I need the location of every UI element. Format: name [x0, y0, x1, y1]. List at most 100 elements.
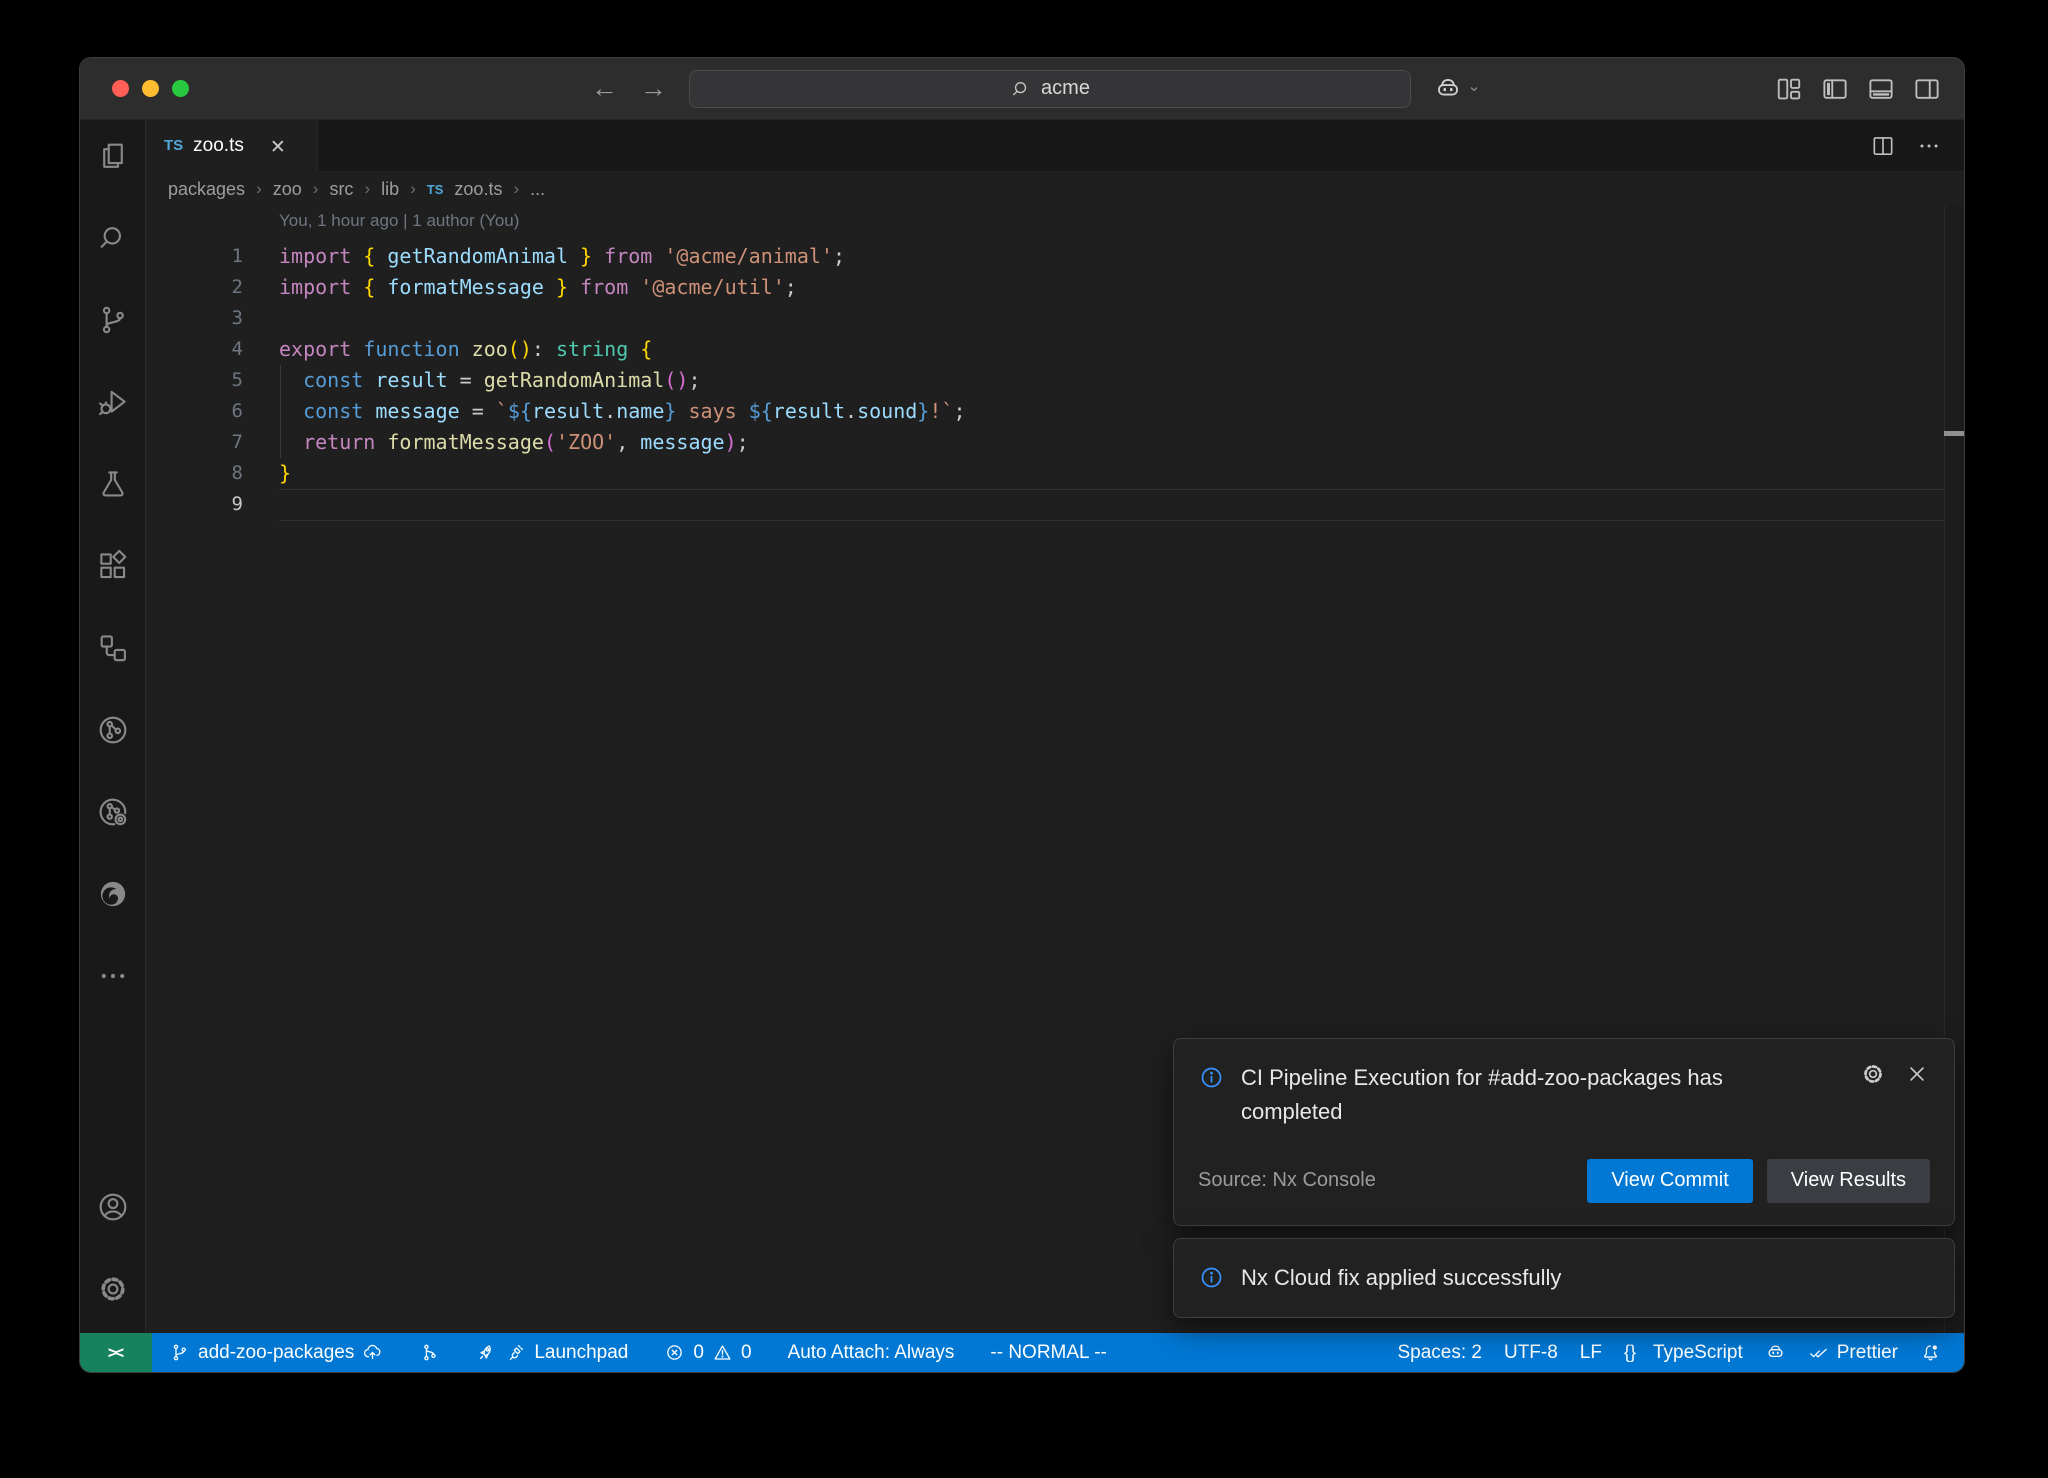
toggle-panel-right-button[interactable]	[1912, 74, 1942, 104]
line-number: 6	[146, 396, 279, 427]
typescript-file-icon: TS	[164, 137, 183, 154]
breadcrumb-separator: ›	[364, 179, 370, 199]
breadcrumb-separator: ›	[513, 179, 519, 199]
error-icon	[664, 1342, 685, 1363]
command-center-search[interactable]: acme	[689, 70, 1411, 108]
code-line-4[interactable]: 4export function zoo(): string {	[146, 334, 1964, 365]
status-auto-attach-label: Auto Attach: Always	[788, 1342, 955, 1364]
code-line-content: import { getRandomAnimal } from '@acme/a…	[279, 241, 845, 272]
status-indentation[interactable]: Spaces: 2	[1386, 1333, 1493, 1372]
activity-bar	[80, 120, 146, 1333]
bell-dot-icon	[1920, 1342, 1941, 1363]
line-number: 8	[146, 458, 279, 489]
chevron-down-icon	[1465, 80, 1483, 98]
status-formatter[interactable]: Prettier	[1797, 1333, 1909, 1372]
code-line-7[interactable]: 7 return formatMessage('ZOO', message);	[146, 427, 1964, 458]
line-number: 2	[146, 272, 279, 303]
notification-toast: Nx Cloud fix applied successfully	[1173, 1238, 1955, 1318]
tab-zoo-ts[interactable]: TS zoo.ts ✕	[146, 120, 318, 171]
activity-item-settings[interactable]	[96, 1272, 130, 1306]
status-auto-attach[interactable]: Auto Attach: Always	[777, 1333, 966, 1372]
git-branch-icon	[169, 1342, 190, 1363]
code-line-5[interactable]: 5 const result = getRandomAnimal();	[146, 365, 1964, 396]
layout-controls	[1774, 74, 1964, 104]
activity-item-run-and-debug[interactable]	[96, 385, 130, 419]
code-line-9[interactable]: 9	[146, 489, 1964, 520]
activity-item-nx-cloud[interactable]	[96, 795, 130, 829]
minimize-window-button[interactable]	[142, 80, 159, 97]
edge-tools-icon	[96, 877, 130, 911]
navigate-back-button[interactable]: ←	[591, 75, 618, 102]
breadcrumb-file[interactable]: zoo.ts	[454, 179, 502, 200]
source-control-graph-icon	[419, 1342, 440, 1363]
double-check-icon	[1808, 1342, 1829, 1363]
zoom-window-button[interactable]	[172, 80, 189, 97]
close-tab-icon[interactable]: ✕	[270, 136, 290, 156]
code-line-content: return formatMessage('ZOO', message);	[279, 427, 749, 458]
status-problems[interactable]: 00	[653, 1333, 762, 1372]
code-line-2[interactable]: 2import { formatMessage } from '@acme/ut…	[146, 272, 1964, 303]
activity-item-extensions[interactable]	[96, 549, 130, 583]
status-copilot[interactable]	[1754, 1333, 1797, 1372]
settings-icon	[96, 1272, 130, 1306]
status-encoding-label: UTF-8	[1504, 1342, 1558, 1364]
activity-item-project-structure[interactable]	[96, 631, 130, 665]
breadcrumb-segment[interactable]: src	[329, 179, 353, 200]
toggle-panel-left-icon	[1820, 74, 1850, 104]
breadcrumb-segment[interactable]: packages	[168, 179, 245, 200]
current-line-highlight	[279, 520, 1964, 521]
status-eol[interactable]: LF	[1569, 1333, 1613, 1372]
activity-item-nx-console[interactable]	[96, 713, 130, 747]
warning-icon	[712, 1342, 733, 1363]
customize-layout-button[interactable]	[1774, 74, 1804, 104]
activity-item-additional-views[interactable]	[96, 959, 130, 993]
status-language[interactable]: {}TypeScript	[1613, 1333, 1754, 1372]
status-vim-mode-label: -- NORMAL --	[990, 1342, 1106, 1364]
notification-settings-button[interactable]	[1860, 1061, 1886, 1087]
activity-item-search[interactable]	[96, 221, 130, 255]
nx-console-icon	[96, 713, 130, 747]
activity-item-edge-tools[interactable]	[96, 877, 130, 911]
testing-icon	[96, 467, 130, 501]
activity-item-source-control[interactable]	[96, 303, 130, 337]
status-problems-label: 0	[693, 1342, 704, 1364]
copilot-menu-button[interactable]	[1433, 74, 1483, 104]
status-vim-mode[interactable]: -- NORMAL --	[979, 1333, 1117, 1372]
search-icon	[1010, 78, 1032, 100]
notification-toast: CI Pipeline Execution for #add-zoo-packa…	[1173, 1038, 1955, 1226]
activity-item-explorer[interactable]	[96, 139, 130, 173]
line-number: 7	[146, 427, 279, 458]
code-line-8[interactable]: 8}	[146, 458, 1964, 489]
activity-item-accounts[interactable]	[96, 1190, 130, 1224]
notification-source: Source: Nx Console	[1198, 1169, 1376, 1192]
code-line-1[interactable]: 1import { getRandomAnimal } from '@acme/…	[146, 241, 1964, 272]
code-line-3[interactable]: 3	[146, 303, 1964, 334]
toggle-panel-left-button[interactable]	[1820, 74, 1850, 104]
status-source-control-graph[interactable]	[408, 1333, 451, 1372]
activity-item-testing[interactable]	[96, 467, 130, 501]
remote-indicator[interactable]: ><	[80, 1333, 152, 1372]
status-launchpad[interactable]: Launchpad	[465, 1333, 639, 1372]
line-number: 9	[146, 489, 279, 520]
notification-close-button[interactable]	[1904, 1061, 1930, 1087]
toggle-panel-bottom-button[interactable]	[1866, 74, 1896, 104]
status-encoding[interactable]: UTF-8	[1493, 1333, 1569, 1372]
status-bar: >< add-zoo-packages Launchpad 00 Auto Attac…	[80, 1333, 1964, 1372]
breadcrumb-suffix[interactable]: ...	[530, 179, 545, 200]
status-notifications-bell[interactable]	[1909, 1333, 1952, 1372]
view-commit-button[interactable]: View Commit	[1587, 1159, 1752, 1203]
navigate-forward-button[interactable]: →	[640, 75, 667, 102]
code-line-6[interactable]: 6 const message = `${result.name} says $…	[146, 396, 1964, 427]
additional-views-icon	[96, 959, 130, 993]
code-line-content: import { formatMessage } from '@acme/uti…	[279, 272, 797, 303]
breadcrumb-segment[interactable]: lib	[381, 179, 399, 200]
accounts-icon	[96, 1190, 130, 1224]
line-number: 4	[146, 334, 279, 365]
more-actions-button[interactable]	[1916, 133, 1942, 159]
breadcrumb-segment[interactable]: zoo	[273, 179, 302, 200]
split-editor-button[interactable]	[1870, 133, 1896, 159]
view-results-button[interactable]: View Results	[1767, 1159, 1930, 1203]
line-number: 1	[146, 241, 279, 272]
status-git-branch[interactable]: add-zoo-packages	[158, 1333, 394, 1372]
close-window-button[interactable]	[112, 80, 129, 97]
